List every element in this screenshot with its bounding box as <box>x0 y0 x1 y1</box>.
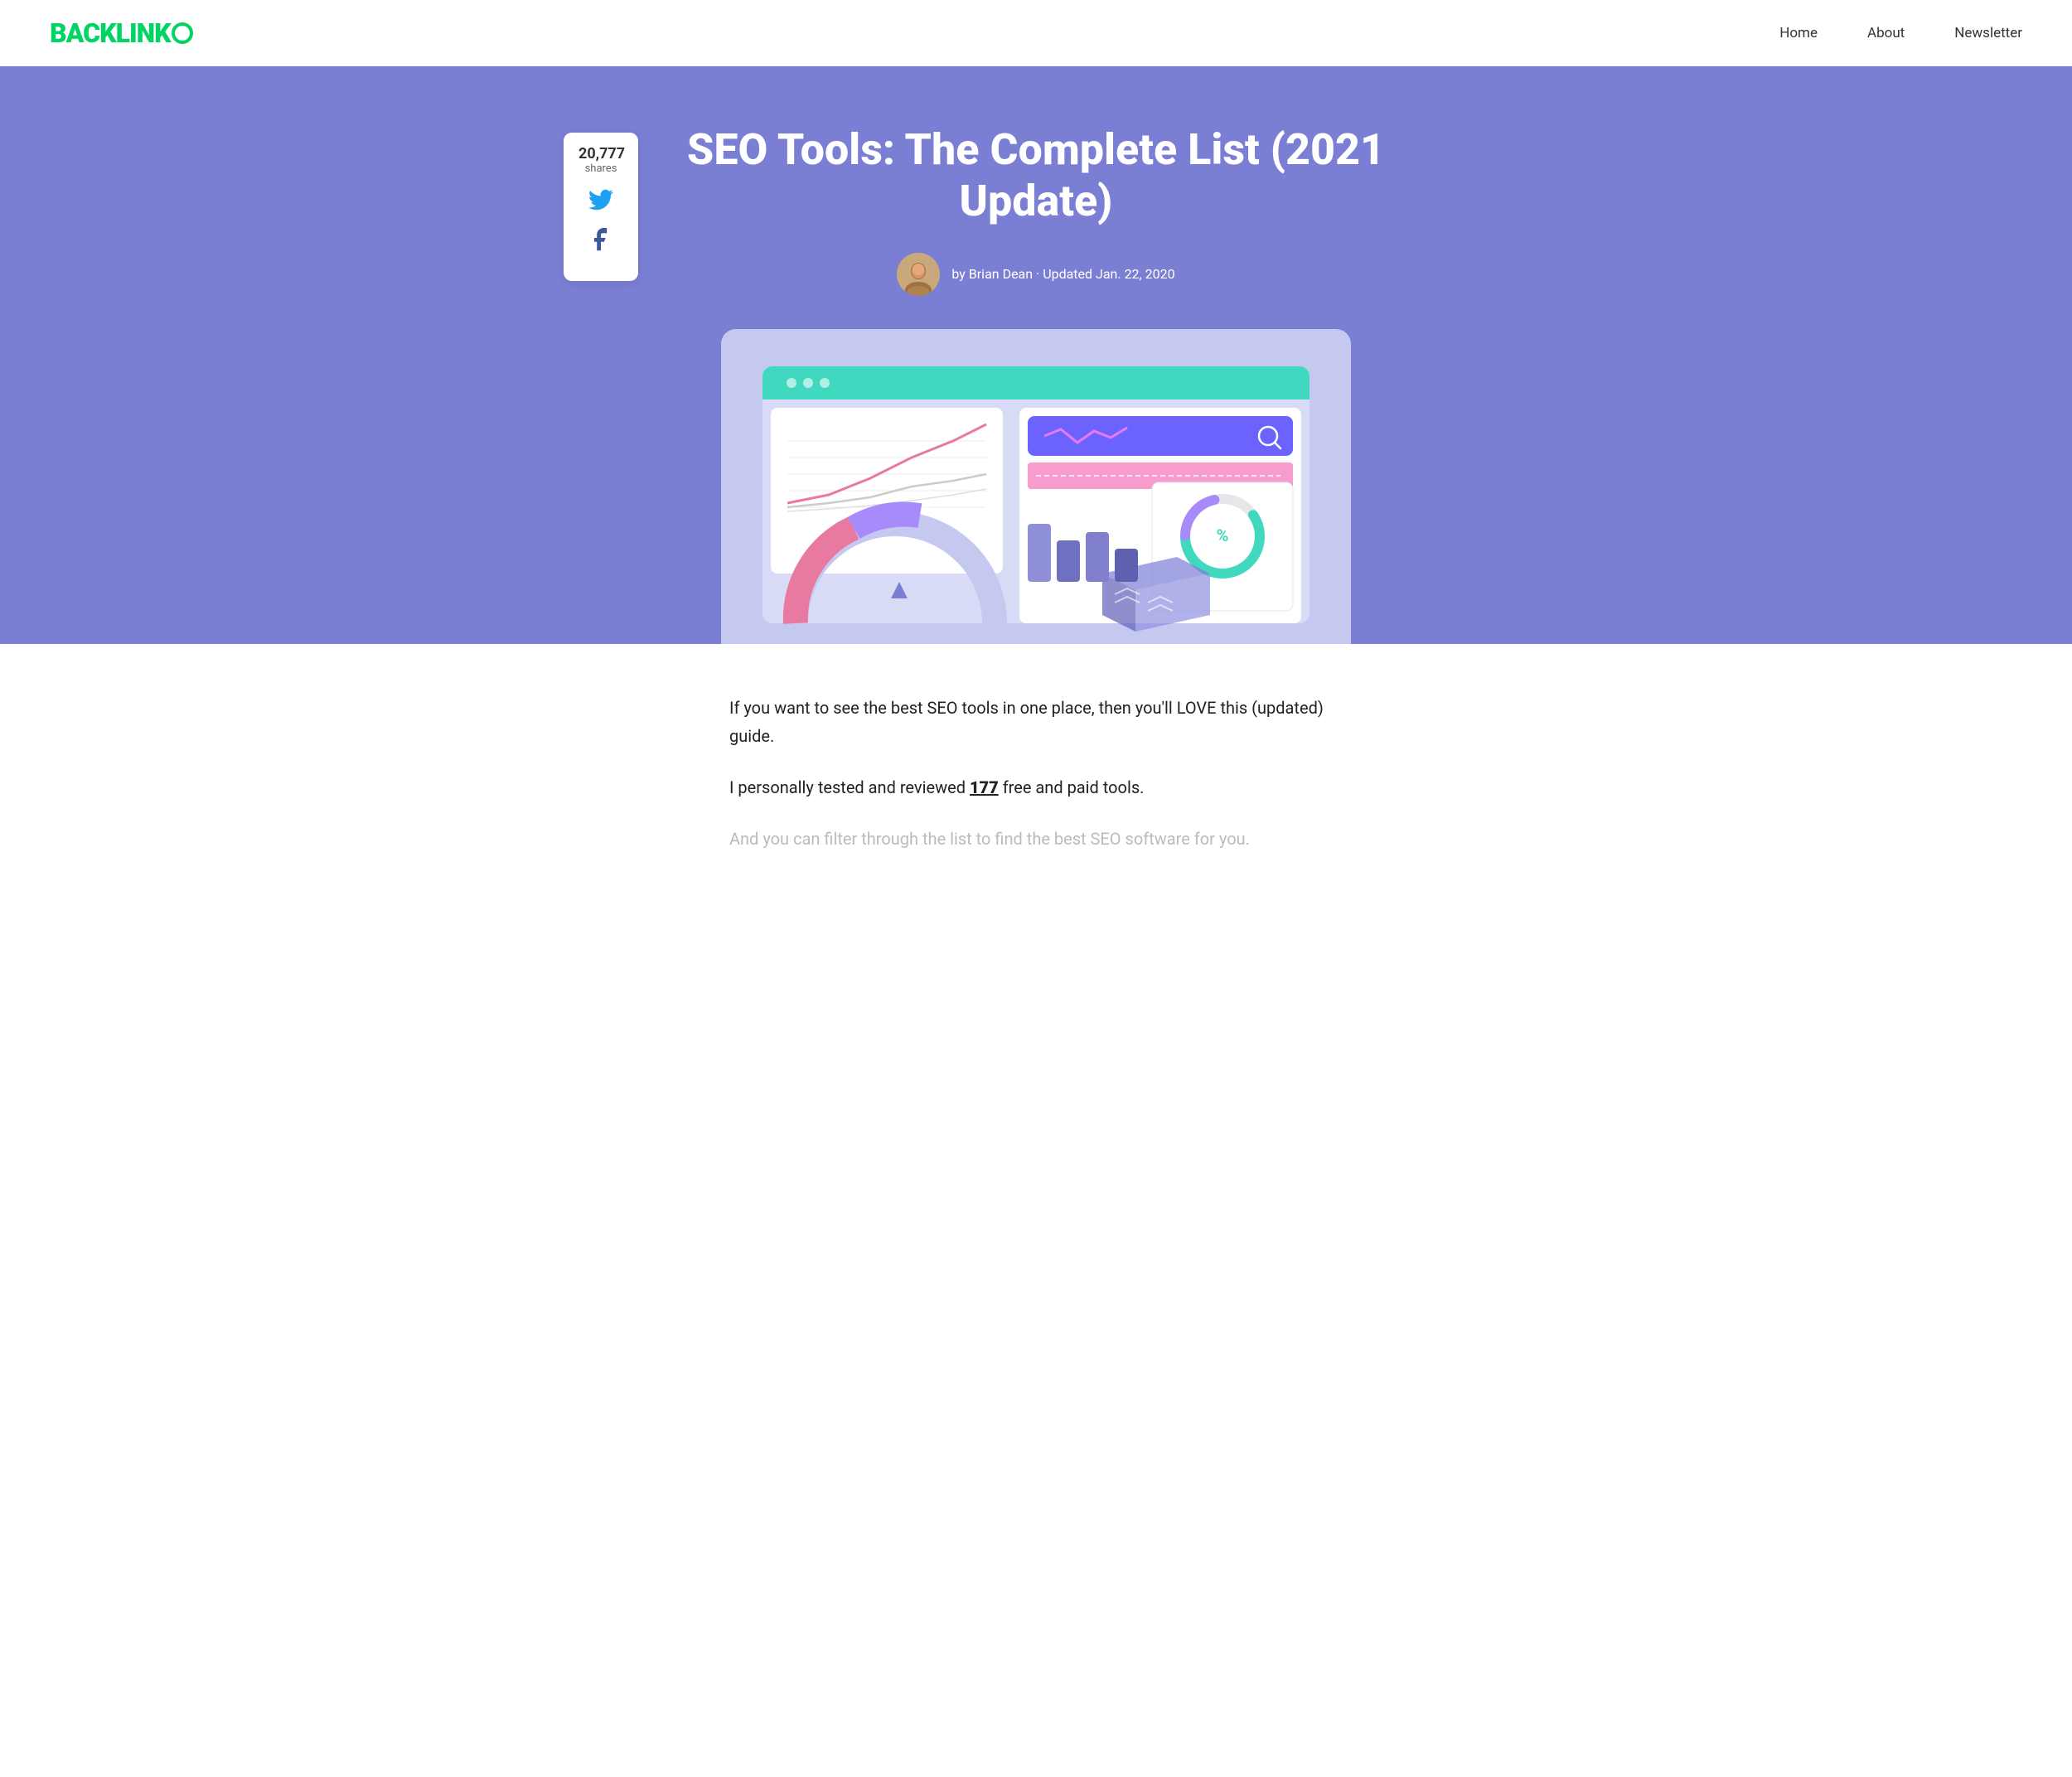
logo-o <box>172 22 193 44</box>
nav-link-newsletter[interactable]: Newsletter <box>1954 25 2022 41</box>
intro-paragraph-1: If you want to see the best SEO tools in… <box>729 694 1343 750</box>
navbar: BACKLINK Home About Newsletter <box>0 0 2072 66</box>
twitter-share-button[interactable] <box>583 185 619 221</box>
intro-2-prefix: I personally tested and reviewed <box>729 777 970 797</box>
intro-paragraph-3: And you can filter through the list to f… <box>729 825 1343 853</box>
hero-image-card: % <box>721 329 1351 644</box>
intro-paragraph-2: I personally tested and reviewed 177 fre… <box>729 773 1343 801</box>
share-label: shares <box>579 162 623 175</box>
author-avatar <box>897 253 940 296</box>
hero-inner: 20,777 shares SEO Tools: The Complete Li… <box>663 116 1409 644</box>
author-byline: by Brian Dean · Updated Jan. 22, 2020 <box>951 266 1174 282</box>
author-row: by Brian Dean · Updated Jan. 22, 2020 <box>663 253 1409 296</box>
intro-2-bold: 177 <box>970 777 999 797</box>
logo[interactable]: BACKLINK <box>50 17 193 49</box>
svg-text:%: % <box>1217 525 1229 545</box>
intro-2-suffix: free and paid tools. <box>999 777 1145 797</box>
nav-item-about[interactable]: About <box>1867 25 1905 41</box>
content-area: If you want to see the best SEO tools in… <box>696 644 1376 886</box>
facebook-share-button[interactable] <box>583 226 619 263</box>
facebook-icon <box>593 228 608 261</box>
nav-item-home[interactable]: Home <box>1779 25 1818 41</box>
hero-section: 20,777 shares SEO Tools: The Complete Li… <box>0 66 2072 644</box>
nav-item-newsletter[interactable]: Newsletter <box>1954 25 2022 41</box>
nav-links: Home About Newsletter <box>1779 25 2022 41</box>
hero-illustration: % <box>746 354 1326 644</box>
illustration-svg: % <box>746 354 1326 644</box>
avatar-svg <box>897 253 940 296</box>
nav-link-about[interactable]: About <box>1867 25 1905 41</box>
share-count: 20,777 <box>579 146 623 162</box>
share-widget: 20,777 shares <box>564 133 638 281</box>
twitter-icon <box>588 189 613 216</box>
nav-link-home[interactable]: Home <box>1779 25 1818 41</box>
hero-title: SEO Tools: The Complete List (2021 Updat… <box>663 116 1409 228</box>
